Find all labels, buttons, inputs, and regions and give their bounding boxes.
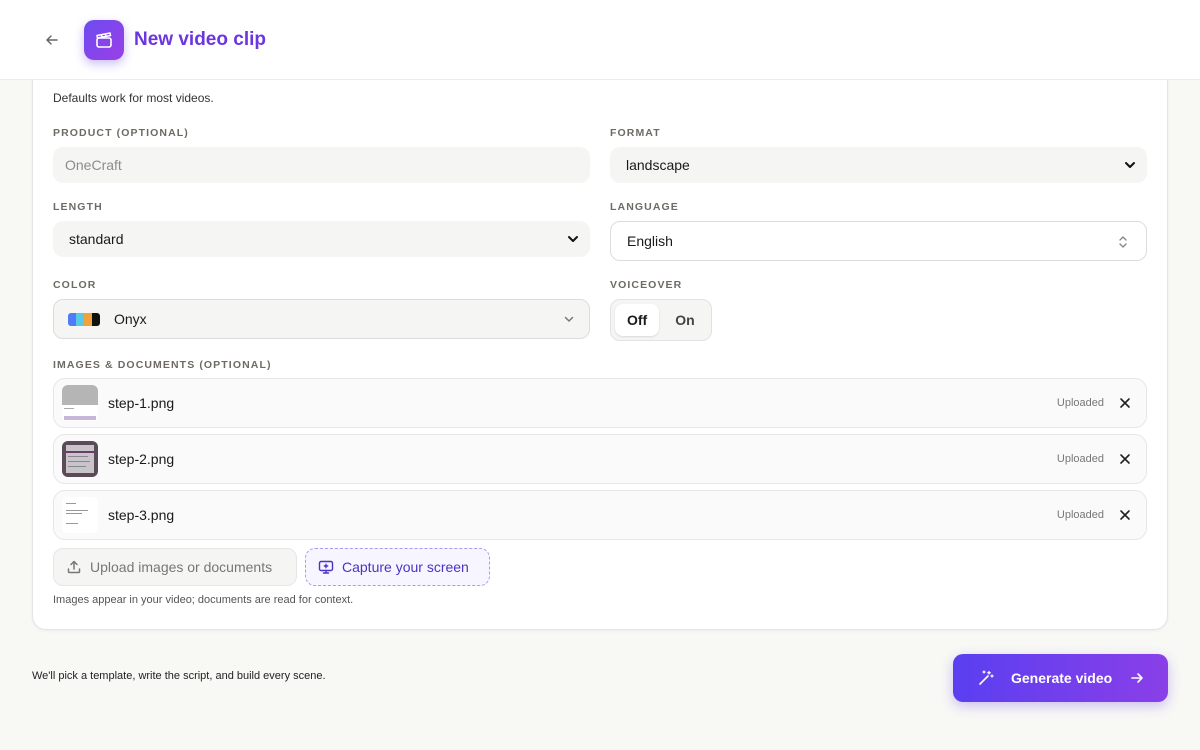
files-hint: Images appear in your video; documents a…	[53, 594, 354, 606]
generate-button-label: Generate video	[1011, 670, 1113, 686]
chevron-down-icon	[1125, 162, 1135, 168]
file-name: step-2.png	[108, 451, 175, 467]
color-label: COLOR	[53, 279, 97, 291]
capture-screen-button[interactable]: Capture your screen	[305, 548, 490, 586]
upload-button-label: Upload images or documents	[90, 559, 273, 575]
voiceover-off-option[interactable]: Off	[615, 304, 660, 336]
close-icon[interactable]	[1118, 508, 1132, 522]
language-label: LANGUAGE	[610, 201, 679, 213]
arrow-right-icon	[1131, 673, 1143, 683]
file-name: step-1.png	[108, 395, 175, 411]
files-label: IMAGES & DOCUMENTS (OPTIONAL)	[53, 359, 272, 371]
file-row: step-3.png Uploaded	[53, 490, 1147, 540]
file-thumbnail	[62, 385, 98, 421]
chevron-down-icon	[564, 316, 574, 322]
clapperboard-icon	[96, 32, 112, 48]
file-name: step-3.png	[108, 507, 175, 523]
arrow-left-icon	[46, 35, 58, 45]
file-thumbnail	[62, 441, 98, 477]
length-label: LENGTH	[53, 201, 103, 213]
capture-button-label: Capture your screen	[342, 559, 469, 575]
generate-video-button[interactable]: Generate video	[953, 654, 1168, 702]
swatch-black	[92, 312, 100, 326]
magic-wand-icon	[979, 670, 994, 685]
language-value: English	[627, 233, 673, 249]
settings-subtitle: Defaults work for most videos.	[53, 91, 214, 105]
color-swatches	[68, 312, 100, 326]
file-status: Uploaded	[1056, 453, 1104, 465]
format-value: landscape	[626, 157, 690, 173]
voiceover-toggle: Off On	[610, 299, 712, 341]
app-icon	[84, 20, 124, 60]
close-icon[interactable]	[1118, 396, 1132, 410]
top-bar: New video clip	[0, 0, 1200, 80]
upload-button[interactable]: Upload images or documents	[53, 548, 297, 586]
file-status: Uploaded	[1056, 397, 1104, 409]
swatch-cyan	[76, 312, 84, 326]
footer-note: We'll pick a template, write the script,…	[32, 670, 326, 682]
voiceover-on-option[interactable]: On	[663, 304, 706, 336]
voiceover-label: VOICEOVER	[610, 279, 683, 291]
product-input[interactable]	[53, 147, 590, 183]
chevron-down-icon	[568, 236, 578, 242]
file-thumbnail	[62, 497, 98, 533]
swatch-orange	[84, 312, 92, 326]
color-select[interactable]: Onyx	[53, 299, 590, 339]
format-label: FORMAT	[610, 127, 661, 139]
color-value: Onyx	[114, 311, 147, 327]
swatch-blue	[68, 312, 76, 326]
back-button[interactable]	[40, 28, 64, 52]
screen-capture-icon	[318, 560, 334, 574]
close-icon[interactable]	[1118, 452, 1132, 466]
upload-icon	[67, 560, 81, 574]
file-row: step-2.png Uploaded	[53, 434, 1147, 484]
chevron-up-down-icon	[1119, 236, 1127, 248]
product-label: PRODUCT (OPTIONAL)	[53, 127, 189, 139]
language-select[interactable]: English	[610, 221, 1147, 261]
settings-card: Defaults work for most videos. PRODUCT (…	[32, 60, 1168, 630]
length-select[interactable]: standard	[53, 221, 590, 257]
length-value: standard	[69, 231, 124, 247]
page-title: New video clip	[134, 29, 266, 50]
format-select[interactable]: landscape	[610, 147, 1147, 183]
file-status: Uploaded	[1056, 509, 1104, 521]
file-row: step-1.png Uploaded	[53, 378, 1147, 428]
